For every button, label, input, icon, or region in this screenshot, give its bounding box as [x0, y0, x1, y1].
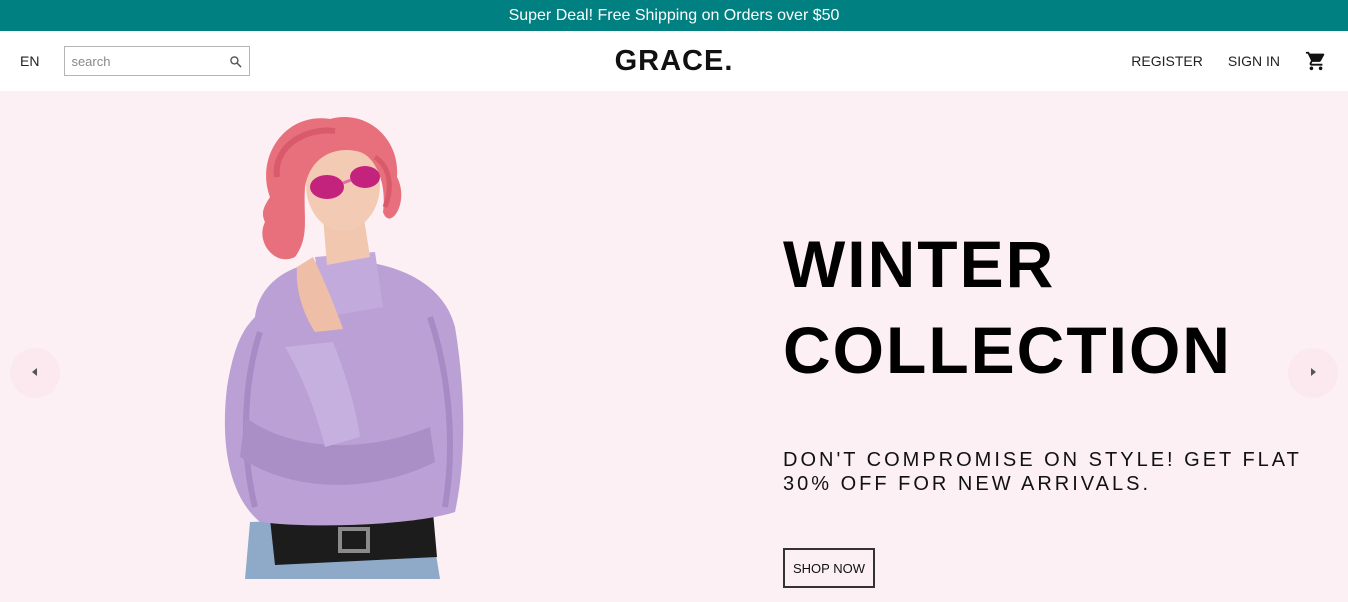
search-input[interactable]: [71, 53, 228, 69]
slide-title: WINTER COLLECTION: [783, 221, 1303, 393]
logo[interactable]: GRACE.: [456, 45, 892, 78]
hero-model-image: [224, 117, 464, 579]
hero-slider: WINTER COLLECTION DON'T COMPROMISE ON ST…: [0, 91, 1348, 602]
slide-description-line2: 30% OFF FOR NEW ARRIVALS.: [783, 473, 1152, 495]
arrow-left-icon: [30, 364, 40, 382]
slide-description: DON'T COMPROMISE ON STYLE! GET FLAT 30% …: [783, 448, 1303, 496]
nav-right: REGISTER SIGN IN: [892, 49, 1328, 73]
language-selector[interactable]: EN: [20, 53, 39, 69]
slide-title-line1: WINTER: [783, 227, 1056, 301]
signin-link[interactable]: SIGN IN: [1228, 53, 1280, 69]
slider-left-arrow[interactable]: [10, 348, 60, 398]
cart-icon[interactable]: [1304, 49, 1328, 73]
nav-left: EN: [20, 46, 456, 76]
register-link[interactable]: REGISTER: [1131, 53, 1203, 69]
slide-info: WINTER COLLECTION DON'T COMPROMISE ON ST…: [783, 221, 1303, 588]
slider-right-arrow[interactable]: [1288, 348, 1338, 398]
shop-now-button[interactable]: SHOP NOW: [783, 548, 875, 588]
announcement-bar: Super Deal! Free Shipping on Orders over…: [0, 0, 1348, 31]
slide-description-line1: DON'T COMPROMISE ON STYLE! GET FLAT: [783, 449, 1302, 471]
search-container: [64, 46, 251, 76]
slide-title-line2: COLLECTION: [783, 313, 1232, 387]
navbar: EN GRACE. REGISTER SIGN IN: [0, 31, 1348, 91]
search-icon[interactable]: [227, 53, 243, 69]
arrow-right-icon: [1308, 364, 1318, 382]
announcement-text: Super Deal! Free Shipping on Orders over…: [508, 6, 840, 24]
